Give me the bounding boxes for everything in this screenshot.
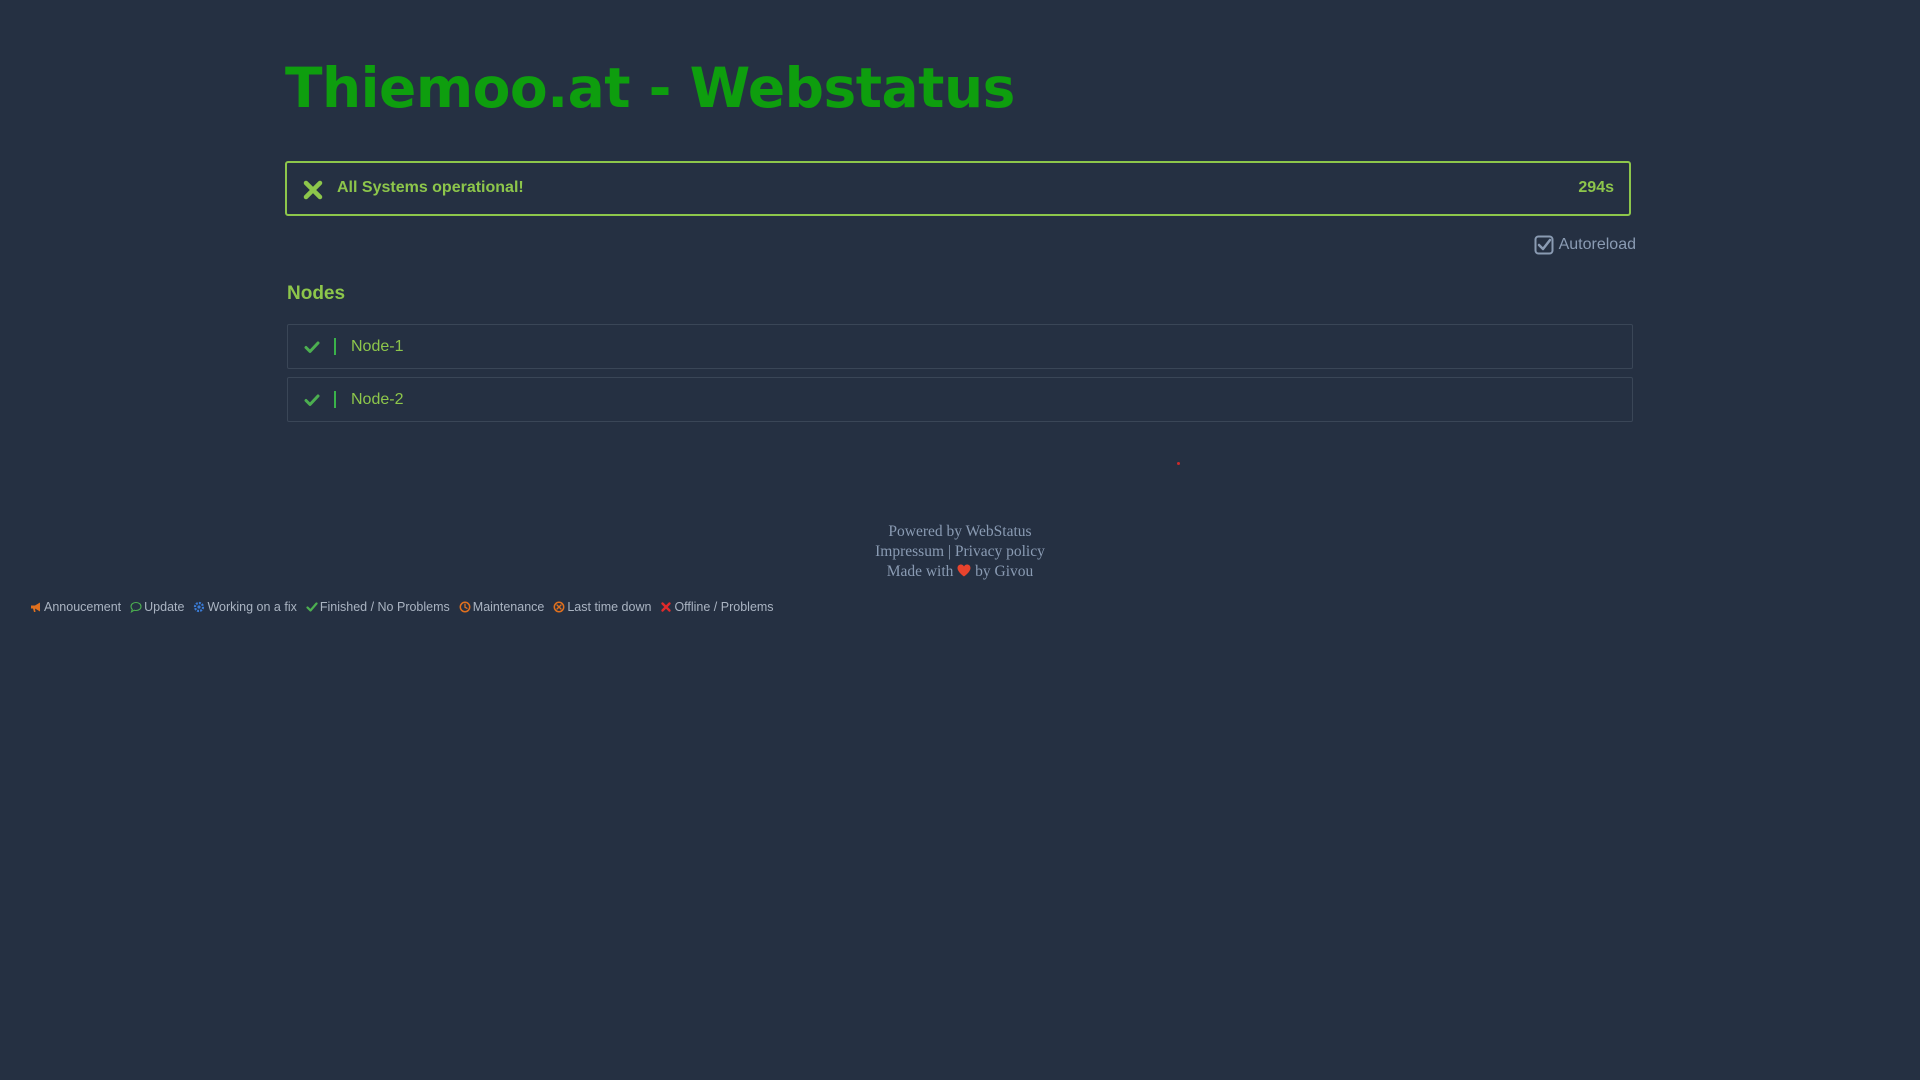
legend-label: Annoucement bbox=[44, 600, 122, 614]
webstatus-link[interactable]: WebStatus bbox=[966, 523, 1032, 540]
node-item[interactable]: Node-1 bbox=[287, 324, 1633, 369]
clock-icon bbox=[459, 601, 471, 613]
divider bbox=[334, 391, 336, 408]
made-with-line: Made with by Givou bbox=[0, 562, 1920, 582]
link-separator: | bbox=[947, 543, 952, 560]
by-text: by bbox=[975, 563, 991, 580]
legend-item: Annoucement bbox=[30, 600, 121, 614]
times-icon bbox=[661, 602, 672, 612]
legend-label: Offline / Problems bbox=[674, 600, 774, 614]
status-banner: All Systems operational! 294s bbox=[285, 161, 1631, 216]
legal-links: Impressum | Privacy policy bbox=[0, 542, 1920, 562]
author-link[interactable]: Givou bbox=[995, 563, 1034, 580]
legend-label: Finished / No Problems bbox=[319, 600, 450, 614]
privacy-policy-link[interactable]: Privacy policy bbox=[955, 543, 1045, 560]
times-circle-icon bbox=[553, 601, 565, 613]
heart-icon bbox=[957, 564, 971, 577]
autoreload-toggle[interactable]: Autoreload bbox=[1534, 235, 1636, 255]
divider bbox=[334, 338, 336, 355]
legend-label: Maintenance bbox=[472, 600, 545, 614]
autoreload-label: Autoreload bbox=[1558, 236, 1636, 253]
status-legend: Annoucement Update Working on a fix Fini… bbox=[30, 600, 774, 614]
cog-icon bbox=[194, 601, 205, 613]
page-title: Thiemoo.at - Webstatus bbox=[285, 56, 1015, 120]
node-name: Node-2 bbox=[351, 391, 404, 408]
bullhorn-icon bbox=[31, 602, 40, 612]
legend-item: Working on a fix bbox=[193, 600, 297, 614]
comment-icon bbox=[130, 601, 142, 613]
times-icon bbox=[303, 180, 323, 200]
reload-timer: 294s bbox=[1578, 179, 1614, 196]
legend-item: Update bbox=[130, 600, 184, 614]
made-with-text: Made with bbox=[886, 563, 954, 580]
status-message: All Systems operational! bbox=[337, 179, 524, 196]
check-icon bbox=[304, 394, 320, 406]
powered-by-line: Powered by WebStatus bbox=[0, 522, 1920, 542]
legend-label: Update bbox=[144, 600, 185, 614]
legend-item: Finished / No Problems bbox=[306, 600, 450, 614]
legend-item: Offline / Problems bbox=[660, 600, 774, 614]
legend-label: Working on a fix bbox=[207, 600, 297, 614]
checkbox-checked-icon[interactable] bbox=[1534, 235, 1554, 255]
node-name: Node-1 bbox=[351, 338, 404, 355]
node-item[interactable]: Node-2 bbox=[287, 377, 1633, 422]
check-icon bbox=[304, 341, 320, 353]
decorative-dot bbox=[1177, 462, 1180, 465]
legend-label: Last time down bbox=[567, 600, 652, 614]
legend-item: Last time down bbox=[553, 600, 651, 614]
footer: Powered by WebStatus Impressum | Privacy… bbox=[0, 522, 1920, 582]
powered-by-text: Powered by bbox=[888, 523, 963, 540]
impressum-link[interactable]: Impressum bbox=[875, 543, 944, 560]
nodes-heading: Nodes bbox=[287, 283, 346, 304]
legend-item: Maintenance bbox=[459, 600, 545, 614]
check-icon bbox=[306, 602, 318, 612]
